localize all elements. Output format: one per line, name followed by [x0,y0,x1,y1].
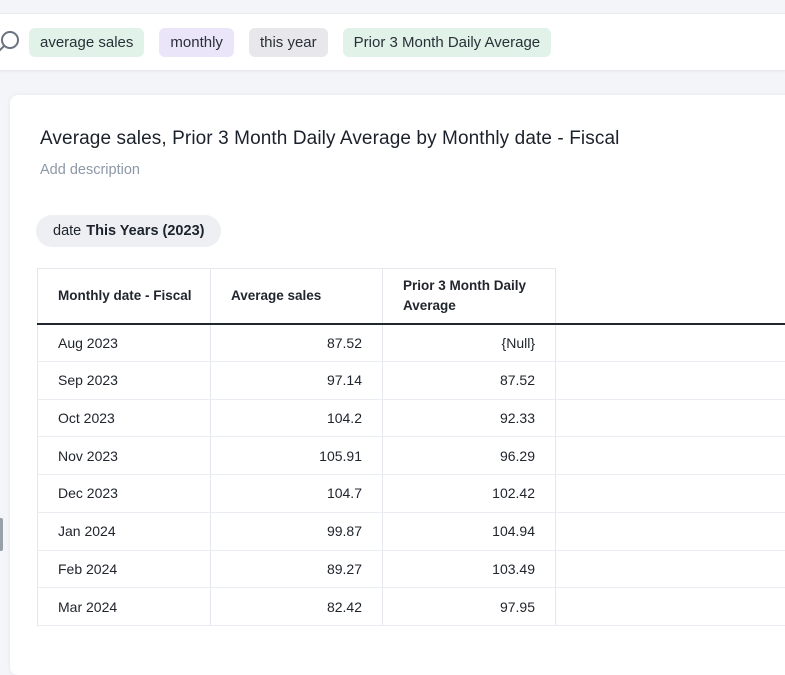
cell-empty [556,550,785,588]
table-row: Sep 2023 97.14 87.52 [38,361,785,399]
cell-empty [556,324,785,362]
cell-empty [556,361,785,399]
cell-prior-avg: 103.49 [383,550,556,588]
search-token-prior-3-month-daily-average[interactable]: Prior 3 Month Daily Average [343,28,551,57]
results-table: Monthly date - Fiscal Average sales Prio… [37,268,785,626]
cell-empty [556,475,785,513]
table-row: Jan 2024 99.87 104.94 [38,512,785,550]
cell-empty [556,399,785,437]
table-header-row: Monthly date - Fiscal Average sales Prio… [38,269,785,324]
search-token-average-sales[interactable]: average sales [29,28,144,57]
cell-average-sales: 104.7 [211,475,383,513]
cell-month: Sep 2023 [38,361,211,399]
filter-chip-attribute: date [53,223,81,239]
column-header-monthly-date-fiscal[interactable]: Monthly date - Fiscal [38,269,211,324]
cell-average-sales: 82.42 [211,588,383,626]
date-filter-chip[interactable]: date This Years (2023) [36,215,221,247]
answer-card: Average sales, Prior 3 Month Daily Avera… [10,95,785,675]
search-bar[interactable]: average sales monthly this year Prior 3 … [0,13,785,71]
table-row: Oct 2023 104.2 92.33 [38,399,785,437]
cell-month: Mar 2024 [38,588,211,626]
cell-average-sales: 87.52 [211,324,383,362]
cell-prior-avg: 92.33 [383,399,556,437]
search-token-list: average sales monthly this year Prior 3 … [29,28,551,57]
cell-average-sales: 97.14 [211,361,383,399]
cell-month: Oct 2023 [38,399,211,437]
add-description-link[interactable]: Add description [40,162,140,178]
cell-average-sales: 104.2 [211,399,383,437]
search-token-monthly[interactable]: monthly [159,28,234,57]
cell-month: Dec 2023 [38,475,211,513]
column-header-empty [556,269,785,324]
cell-empty [556,588,785,626]
cell-prior-avg: 102.42 [383,475,556,513]
answer-title: Average sales, Prior 3 Month Daily Avera… [40,128,619,150]
search-token-this-year[interactable]: this year [249,28,328,57]
left-edge-scrollbar[interactable] [0,518,3,551]
cell-month: Aug 2023 [38,324,211,362]
cell-average-sales: 105.91 [211,437,383,475]
cell-empty [556,437,785,475]
cell-average-sales: 89.27 [211,550,383,588]
table-row: Mar 2024 82.42 97.95 [38,588,785,626]
cell-prior-avg: 104.94 [383,512,556,550]
table-row: Dec 2023 104.7 102.42 [38,475,785,513]
cell-prior-avg: 97.95 [383,588,556,626]
column-header-average-sales[interactable]: Average sales [211,269,383,324]
search-icon [0,29,23,55]
table-row: Feb 2024 89.27 103.49 [38,550,785,588]
cell-prior-avg: {Null} [383,324,556,362]
cell-month: Nov 2023 [38,437,211,475]
cell-prior-avg: 87.52 [383,361,556,399]
column-header-prior-3-month-daily-average[interactable]: Prior 3 Month Daily Average [383,269,556,324]
table-row: Nov 2023 105.91 96.29 [38,437,785,475]
cell-empty [556,512,785,550]
cell-month: Jan 2024 [38,512,211,550]
cell-month: Feb 2024 [38,550,211,588]
table-row: Aug 2023 87.52 {Null} [38,324,785,362]
cell-prior-avg: 96.29 [383,437,556,475]
cell-average-sales: 99.87 [211,512,383,550]
filter-chip-value: This Years (2023) [86,223,204,239]
